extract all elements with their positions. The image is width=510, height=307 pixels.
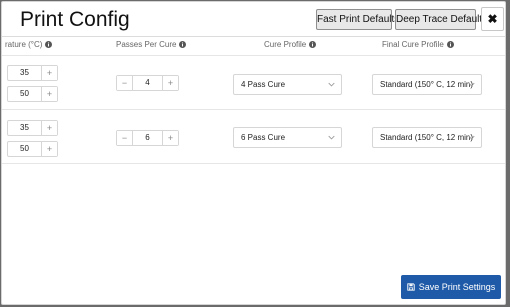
save-button-label: Save Print Settings (418, 282, 496, 292)
header-divider (2, 36, 505, 37)
temperature-top-input[interactable] (8, 66, 41, 80)
deep-trace-defaults-button[interactable]: Deep Trace Defaults (395, 9, 487, 30)
print-config-dialog: Print Config Fast Print Defaults Deep Tr… (1, 1, 506, 305)
temperature-bottom-input[interactable] (8, 142, 41, 156)
final-cure-profile-value: Standard (150° C, 12 min) (380, 80, 474, 89)
final-cure-profile-select[interactable]: Standard (150° C, 12 min) (372, 127, 482, 148)
chevron-down-icon (328, 82, 335, 87)
decrement-button[interactable]: − (117, 131, 133, 145)
dialog-title: Print Config (20, 8, 130, 31)
info-circle-icon (446, 41, 454, 48)
passes-input[interactable] (133, 76, 162, 90)
chevron-down-icon (468, 135, 475, 140)
save-print-settings-button[interactable]: Save Print Settings (401, 275, 501, 299)
temperature-top-input[interactable] (8, 121, 41, 135)
column-header-final-cure-profile: Final Cure Profile (382, 40, 454, 49)
close-button[interactable]: ✖ (481, 7, 504, 31)
column-header-label: Passes Per Cure (116, 40, 177, 49)
passes-stepper[interactable]: − + (116, 130, 179, 146)
column-header-label: rature (°C) (5, 40, 43, 49)
increment-button[interactable]: + (41, 121, 57, 135)
row-divider (2, 109, 505, 110)
column-header-label: Cure Profile (264, 40, 307, 49)
cure-profile-value: 6 Pass Cure (241, 133, 286, 142)
increment-button[interactable]: + (41, 66, 57, 80)
cure-profile-select[interactable]: 6 Pass Cure (233, 127, 342, 148)
info-circle-icon (309, 41, 317, 48)
row-divider (2, 163, 505, 164)
increment-button[interactable]: + (162, 76, 178, 90)
info-circle-icon (179, 41, 187, 48)
chevron-down-icon (328, 135, 335, 140)
temperature-top-stepper[interactable]: + (7, 120, 58, 136)
temperature-top-stepper[interactable]: + (7, 65, 58, 81)
temperature-bottom-input[interactable] (8, 87, 41, 101)
column-header-label: Final Cure Profile (382, 40, 444, 49)
close-icon: ✖ (487, 12, 498, 26)
temperature-bottom-stepper[interactable]: + (7, 141, 58, 157)
temperature-bottom-stepper[interactable]: + (7, 86, 58, 102)
increment-button[interactable]: + (162, 131, 178, 145)
cure-profile-value: 4 Pass Cure (241, 80, 286, 89)
row-divider (2, 55, 505, 56)
increment-button[interactable]: + (41, 142, 57, 156)
passes-input[interactable] (133, 131, 162, 145)
final-cure-profile-select[interactable]: Standard (150° C, 12 min) (372, 74, 482, 95)
column-header-cure-profile: Cure Profile (264, 40, 317, 49)
info-circle-icon (45, 41, 53, 48)
floppy-disk-icon (407, 283, 415, 291)
chevron-down-icon (468, 82, 475, 87)
fast-print-defaults-button[interactable]: Fast Print Defaults (316, 9, 399, 30)
column-header-temperature: rature (°C) (5, 40, 53, 49)
passes-stepper[interactable]: − + (116, 75, 179, 91)
column-header-passes: Passes Per Cure (116, 40, 187, 49)
increment-button[interactable]: + (41, 87, 57, 101)
final-cure-profile-value: Standard (150° C, 12 min) (380, 133, 474, 142)
cure-profile-select[interactable]: 4 Pass Cure (233, 74, 342, 95)
decrement-button[interactable]: − (117, 76, 133, 90)
